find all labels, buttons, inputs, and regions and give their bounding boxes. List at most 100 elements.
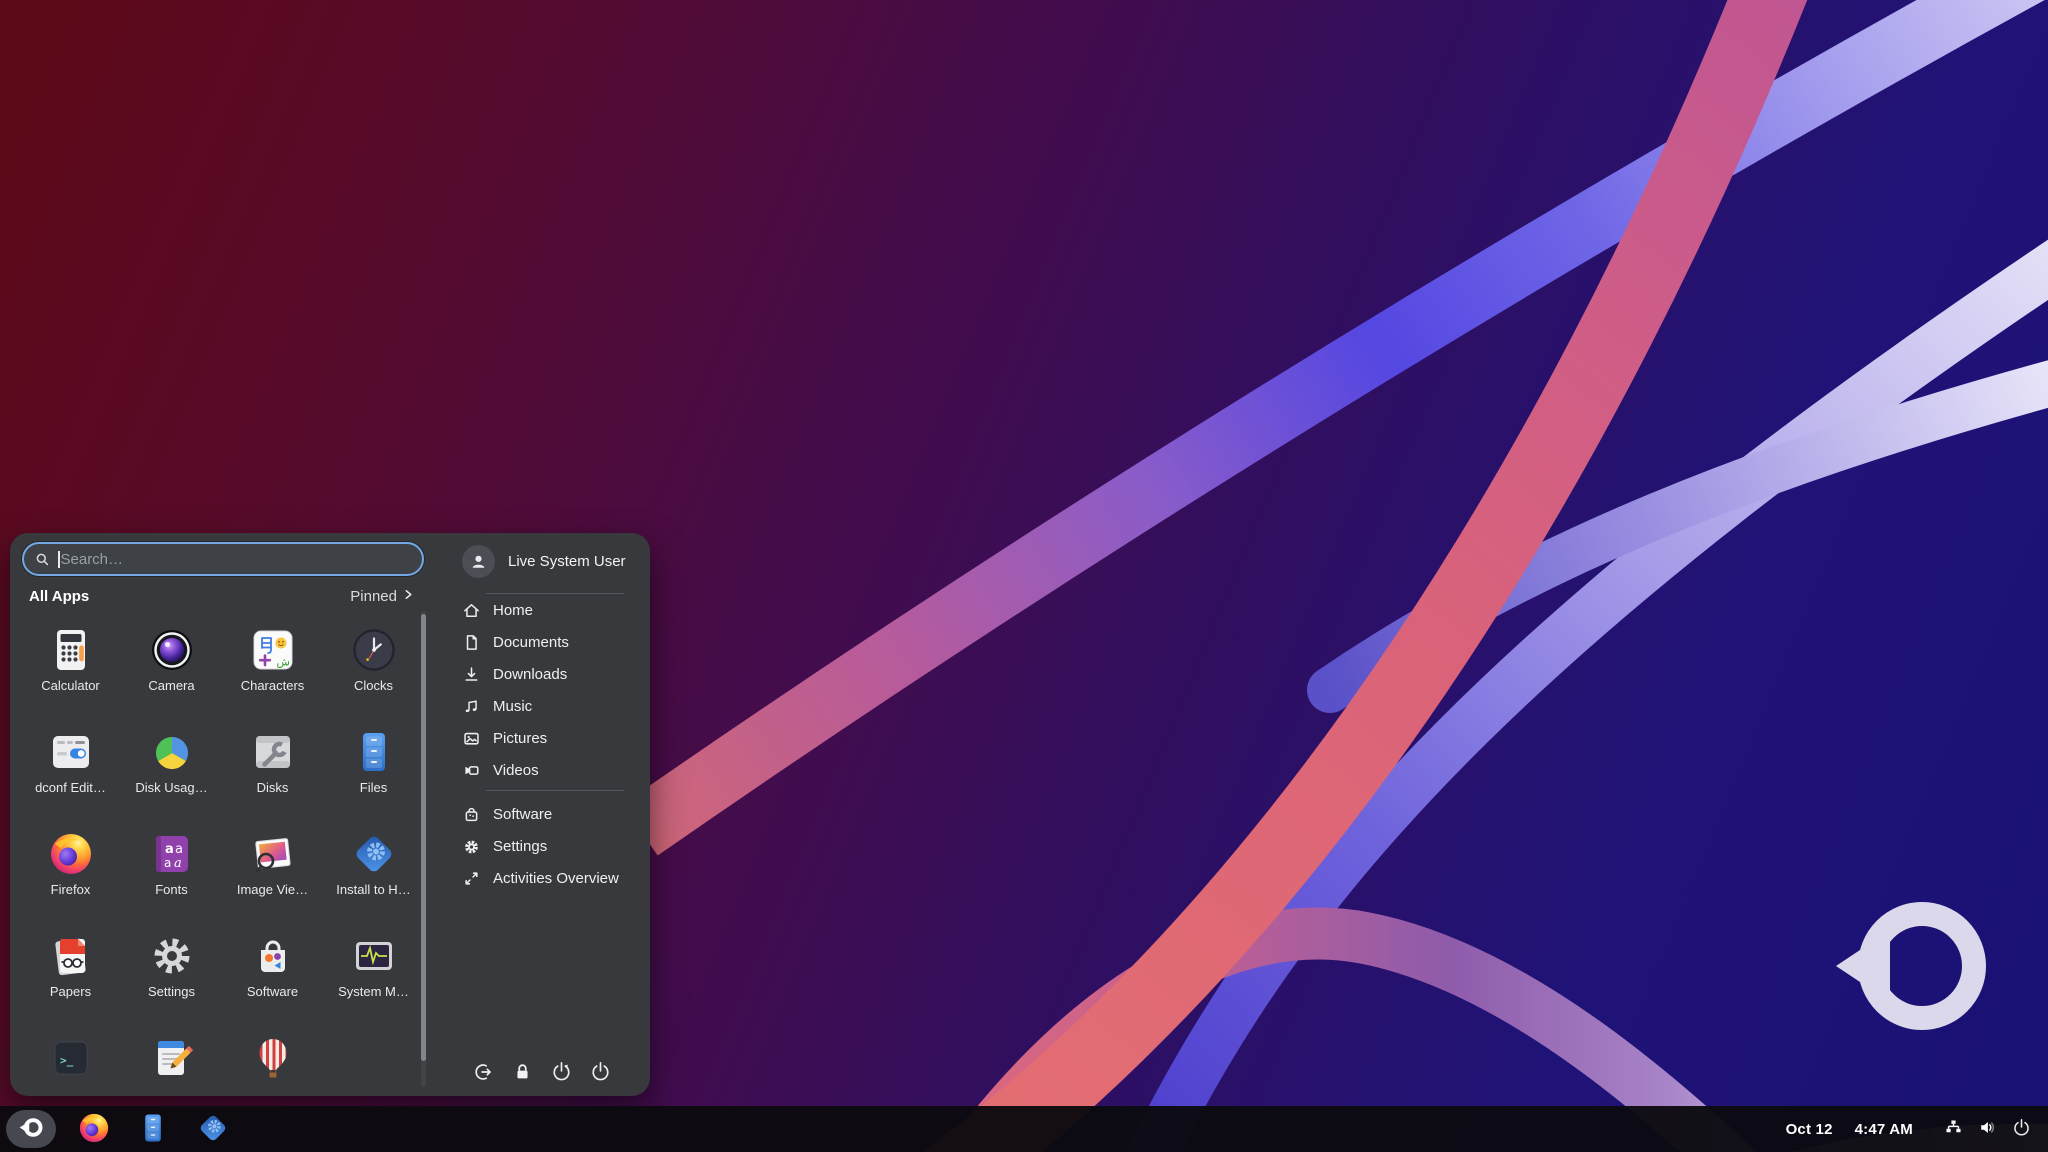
videos-icon: [462, 761, 481, 780]
tray-network-button[interactable]: [1943, 1119, 1963, 1139]
launcher-installer[interactable]: [195, 1111, 231, 1147]
app-label: Install to H…: [336, 882, 410, 897]
app-terminal[interactable]: >_: [20, 1029, 121, 1096]
shortcuts-list: Software Settings Activities Overview: [450, 798, 650, 894]
image-viewer-icon: [249, 830, 297, 878]
text-editor-icon: [148, 1034, 196, 1082]
lock-button[interactable]: [504, 1055, 540, 1091]
installer-icon: [196, 1111, 230, 1148]
app-dconf-edit[interactable]: dconf Edit…: [20, 723, 121, 825]
avatar: [462, 545, 495, 578]
clocks-icon: [350, 626, 398, 674]
home-icon: [462, 601, 481, 620]
launcher-menu[interactable]: [6, 1110, 56, 1148]
app-fonts[interactable]: aaaaFonts: [121, 825, 222, 927]
settings-icon: [148, 932, 196, 980]
app-image-vie[interactable]: Image Vie…: [222, 825, 323, 927]
divider: [486, 790, 624, 791]
desktop: All Apps Pinned Calculator Camera شCharact…: [0, 0, 2048, 1152]
app-papers[interactable]: Papers: [20, 927, 121, 1029]
app-disks[interactable]: Disks: [222, 723, 323, 825]
app-label: Disk Usag…: [135, 780, 207, 795]
app-software[interactable]: Software: [222, 927, 323, 1029]
tray-volume-button[interactable]: [1977, 1119, 1997, 1139]
lock-icon: [512, 1061, 533, 1085]
menu-header: All Apps Pinned: [20, 585, 422, 607]
app-label: Image Vie…: [237, 882, 308, 897]
app-disk-usag[interactable]: Disk Usag…: [121, 723, 222, 825]
files-icon: [350, 728, 398, 776]
characters-icon: ش: [249, 626, 297, 674]
app-grid: Calculator Camera شCharacters Clocks dconf E…: [20, 621, 424, 1096]
app-firefox[interactable]: Firefox: [20, 825, 121, 927]
shortcut-activities-overview[interactable]: Activities Overview: [450, 862, 650, 894]
place-videos[interactable]: Videos: [450, 754, 650, 786]
system-monitor-icon: [350, 932, 398, 980]
downloads-icon: [462, 665, 481, 684]
side-item-label: Activities Overview: [493, 870, 619, 887]
user-row[interactable]: Live System User: [462, 545, 626, 578]
shortcut-software[interactable]: Software: [450, 798, 650, 830]
menu-right-column: Live System User HomeDocumentsDownloadsM…: [450, 533, 650, 1096]
app-label: Papers: [50, 984, 91, 999]
app-camera[interactable]: Camera: [121, 621, 222, 723]
files-icon: [136, 1111, 170, 1148]
power-button[interactable]: [582, 1055, 618, 1091]
installer-icon: [350, 830, 398, 878]
search-icon: [34, 551, 51, 568]
app-system-m[interactable]: System M…: [323, 927, 424, 1029]
network-icon: [1944, 1118, 1963, 1140]
software-icon: [249, 932, 297, 980]
tray-power-button[interactable]: [2011, 1119, 2031, 1139]
disk-usage-icon: [148, 728, 196, 776]
place-home[interactable]: Home: [450, 594, 650, 626]
app-label: System M…: [338, 984, 409, 999]
pinned-button[interactable]: Pinned: [350, 588, 413, 605]
documents-icon: [462, 633, 481, 652]
app-label: Firefox: [51, 882, 91, 897]
launcher-files[interactable]: [135, 1111, 171, 1147]
app-label: Clocks: [354, 678, 393, 693]
app-files[interactable]: Files: [323, 723, 424, 825]
taskbar-date[interactable]: Oct 12: [1786, 1121, 1833, 1138]
tray-area: Oct 12 4:47 AM: [1786, 1106, 2048, 1152]
app-label: Camera: [148, 678, 194, 693]
svg-text:a: a: [164, 856, 171, 870]
side-item-label: Pictures: [493, 730, 547, 747]
app-characters[interactable]: شCharacters: [222, 621, 323, 723]
software-bag-icon: [462, 805, 481, 824]
launcher-firefox[interactable]: [76, 1111, 112, 1147]
app-grid-scrollbar: [421, 611, 426, 1087]
session-buttons: [465, 1055, 618, 1091]
firefox-icon: [47, 830, 95, 878]
place-downloads[interactable]: Downloads: [450, 658, 650, 690]
side-item-label: Settings: [493, 838, 547, 855]
shortcut-settings[interactable]: Settings: [450, 830, 650, 862]
app-clocks[interactable]: Clocks: [323, 621, 424, 723]
scrollbar-thumb[interactable]: [421, 614, 426, 1061]
search-field[interactable]: [22, 542, 424, 576]
app-text-editor[interactable]: [121, 1029, 222, 1096]
restart-button[interactable]: [543, 1055, 579, 1091]
restart-icon: [551, 1061, 572, 1085]
firefox-icon: [77, 1111, 111, 1148]
taskbar: Oct 12 4:47 AM: [0, 1106, 2048, 1152]
activities-icon: [462, 869, 481, 888]
tour-icon: [249, 1034, 297, 1082]
taskbar-time[interactable]: 4:47 AM: [1855, 1121, 1913, 1138]
gear-icon: [462, 837, 481, 856]
app-calculator[interactable]: Calculator: [20, 621, 121, 723]
app-install-to-h[interactable]: Install to H…: [323, 825, 424, 927]
place-documents[interactable]: Documents: [450, 626, 650, 658]
places-list: HomeDocumentsDownloadsMusic Pictures Video…: [450, 594, 650, 786]
svg-text:a: a: [174, 856, 182, 871]
place-music[interactable]: Music: [450, 690, 650, 722]
logout-button[interactable]: [465, 1055, 501, 1091]
app-label: Fonts: [155, 882, 188, 897]
app-tour[interactable]: [222, 1029, 323, 1096]
app-settings[interactable]: Settings: [121, 927, 222, 1029]
music-icon: [462, 697, 481, 716]
side-item-label: Videos: [493, 762, 539, 779]
search-input[interactable]: [60, 551, 413, 568]
place-pictures[interactable]: Pictures: [450, 722, 650, 754]
